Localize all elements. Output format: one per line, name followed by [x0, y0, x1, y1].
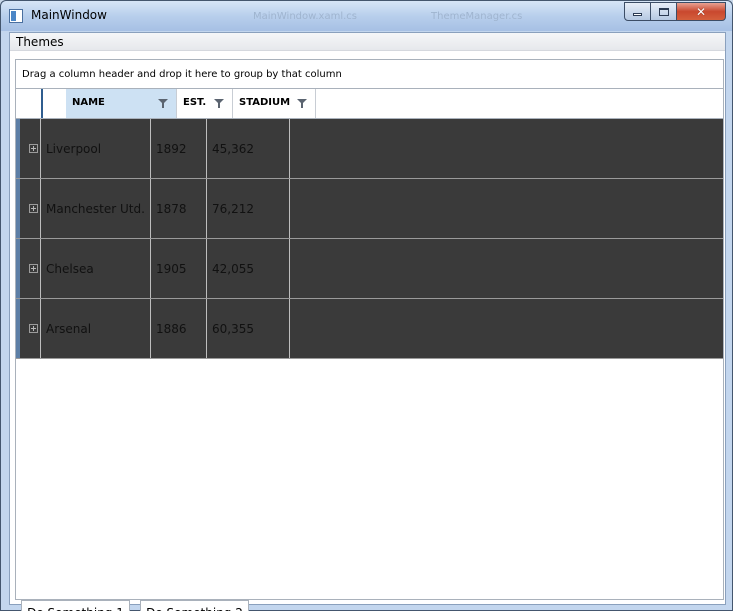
- close-icon: ✕: [695, 4, 707, 19]
- cell-est[interactable]: 1878: [151, 179, 207, 238]
- cell-est[interactable]: 1892: [151, 119, 207, 178]
- group-panel[interactable]: Drag a column header and drop it here to…: [16, 60, 723, 88]
- cell-est[interactable]: 1905: [151, 239, 207, 298]
- taskbar-ghost-tab: MainWindow.xaml.cs: [253, 11, 358, 22]
- column-header-label: EST.: [183, 97, 207, 108]
- data-grid: Drag a column header and drop it here to…: [15, 59, 724, 611]
- taskbar-ghost-tab: ThemeManager.cs: [431, 11, 523, 22]
- cell-name[interactable]: Arsenal: [41, 299, 151, 358]
- minimize-icon: [633, 12, 642, 16]
- maximize-icon: [658, 7, 669, 16]
- column-header-name[interactable]: NAME: [66, 89, 177, 118]
- main-window: MainWindow MainWindow.xaml.cs ThemeManag…: [0, 0, 733, 611]
- row-expander-cell: [20, 239, 41, 298]
- cell-name[interactable]: Chelsea: [41, 239, 151, 298]
- row-expander-cell: [20, 179, 41, 238]
- column-header-stadium[interactable]: STADIUM: [233, 89, 316, 118]
- header-indent-cell: [16, 89, 43, 118]
- app-icon: [9, 9, 23, 23]
- table-row[interactable]: Manchester Utd. 1878 76,212: [16, 179, 723, 239]
- table-row[interactable]: Chelsea 1905 42,055: [16, 239, 723, 299]
- table-row[interactable]: Liverpool 1892 45,362: [16, 119, 723, 179]
- grid-rows: Liverpool 1892 45,362 Manchester Utd. 18…: [16, 119, 723, 359]
- title-bar[interactable]: MainWindow MainWindow.xaml.cs ThemeManag…: [1, 1, 732, 31]
- window-title: MainWindow: [31, 8, 107, 22]
- cell-name[interactable]: Manchester Utd.: [41, 179, 151, 238]
- do-something-1-button[interactable]: Do Something 1: [21, 600, 130, 611]
- menu-item-themes[interactable]: Themes: [16, 35, 64, 49]
- minimize-button[interactable]: [624, 2, 651, 21]
- column-header-row: NAME EST. STADIUM: [16, 88, 723, 119]
- expand-icon[interactable]: [29, 204, 38, 213]
- expand-icon[interactable]: [29, 324, 38, 333]
- column-header-label: NAME: [72, 97, 105, 108]
- cell-est[interactable]: 1886: [151, 299, 207, 358]
- filter-icon[interactable]: [214, 99, 224, 108]
- row-expander-cell: [20, 119, 41, 178]
- menu-bar: Themes: [10, 33, 725, 51]
- cell-name[interactable]: Liverpool: [41, 119, 151, 178]
- do-something-2-button[interactable]: Do Something 2: [140, 600, 249, 611]
- client-area: Themes Drag a column header and drop it …: [9, 32, 726, 611]
- cell-stadium[interactable]: 45,362: [207, 119, 290, 178]
- cell-stadium[interactable]: 42,055: [207, 239, 290, 298]
- cell-stadium[interactable]: 76,212: [207, 179, 290, 238]
- close-button[interactable]: ✕: [676, 2, 726, 21]
- column-header-label: STADIUM: [239, 97, 291, 108]
- expand-icon[interactable]: [29, 264, 38, 273]
- expand-icon[interactable]: [29, 144, 38, 153]
- filter-icon[interactable]: [297, 99, 307, 108]
- maximize-button[interactable]: [650, 2, 677, 21]
- filter-icon[interactable]: [158, 99, 168, 108]
- row-expander-cell: [20, 299, 41, 358]
- column-header-est[interactable]: EST.: [177, 89, 233, 118]
- table-row[interactable]: Arsenal 1886 60,355: [16, 299, 723, 359]
- cell-stadium[interactable]: 60,355: [207, 299, 290, 358]
